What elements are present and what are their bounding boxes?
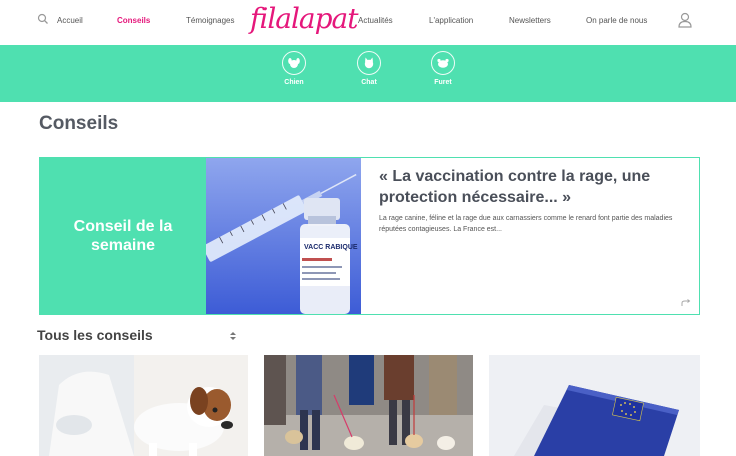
featured-article-title[interactable]: « La vaccination contre la rage, une pro…	[379, 166, 689, 208]
tip-of-the-week-panel: Conseil de la semaine	[40, 158, 206, 314]
pet-passport-image	[489, 355, 700, 456]
nav-newsletters[interactable]: Newsletters	[509, 16, 551, 25]
nav-temoignages[interactable]: Témoignages	[186, 16, 234, 25]
nav-conseils[interactable]: Conseils	[117, 16, 150, 25]
site-logo[interactable]: filalapat	[250, 2, 358, 35]
cat-icon	[357, 51, 381, 75]
share-icon[interactable]	[681, 299, 691, 307]
category-furet[interactable]: Furet	[423, 51, 463, 86]
dog-walk-image	[264, 355, 473, 456]
category-chien[interactable]: Chien	[274, 51, 314, 86]
category-label: Chien	[284, 79, 304, 86]
tip-card-dog-walk[interactable]	[264, 355, 473, 456]
ferret-icon	[431, 51, 455, 75]
dog-icon	[282, 51, 306, 75]
category-bar: Chien Chat Furet	[0, 45, 736, 102]
tip-card-vet-dog[interactable]	[39, 355, 248, 456]
nav-accueil[interactable]: Accueil	[57, 16, 83, 25]
nav-on-parle-de-nous[interactable]: On parle de nous	[586, 16, 647, 25]
top-header: Accueil Conseils Témoignages filalapat A…	[0, 0, 736, 45]
all-tips-title: Tous les conseils	[37, 327, 153, 343]
tip-card-pet-passport[interactable]	[489, 355, 700, 456]
sort-icon[interactable]	[229, 331, 237, 341]
featured-article-card[interactable]: Conseil de la semaine VACC RABIQUE « La …	[39, 157, 700, 315]
search-icon[interactable]	[37, 13, 49, 25]
nav-application[interactable]: L'application	[429, 16, 473, 25]
vet-dog-image	[39, 355, 248, 456]
vaccine-image: VACC RABIQUE	[206, 158, 361, 314]
user-icon[interactable]	[678, 12, 692, 28]
tip-of-the-week-label: Conseil de la semaine	[73, 218, 173, 254]
category-label: Furet	[434, 79, 452, 86]
category-label: Chat	[361, 79, 377, 86]
nav-actualites[interactable]: Actualités	[358, 16, 393, 25]
category-chat[interactable]: Chat	[349, 51, 389, 86]
page-title: Conseils	[39, 113, 119, 134]
vial-label: VACC RABIQUE	[304, 244, 358, 251]
featured-article-excerpt: La rage canine, féline et la rage due au…	[379, 215, 673, 233]
